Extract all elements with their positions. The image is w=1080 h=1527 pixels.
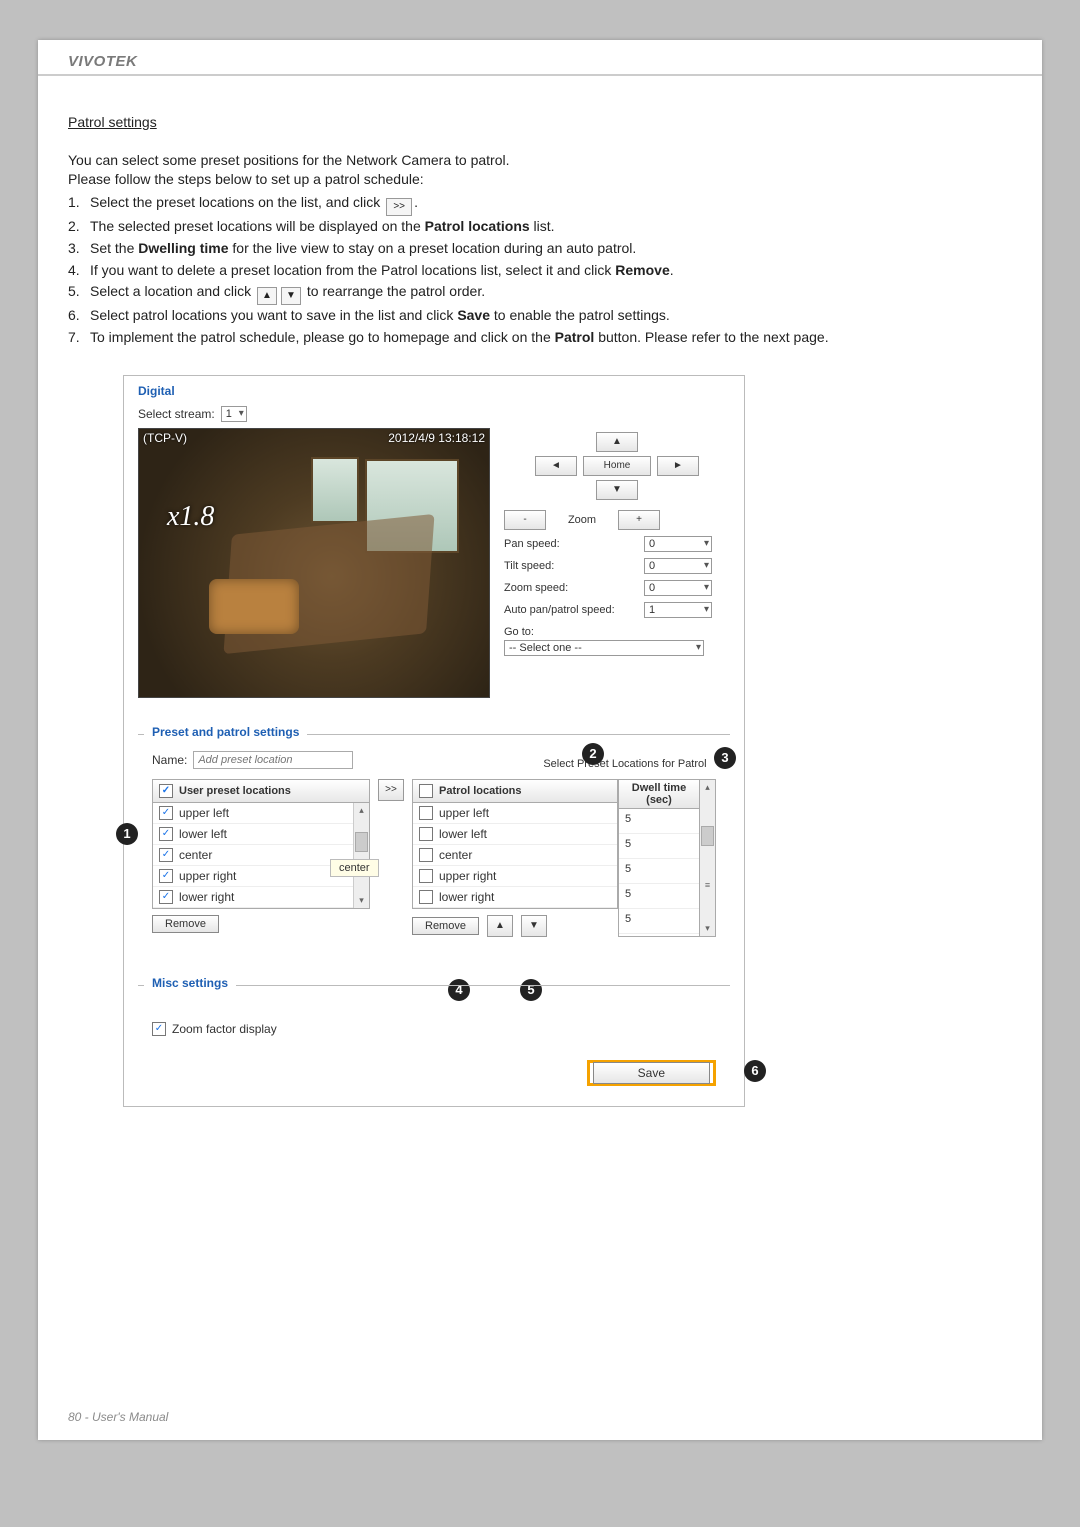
checkbox-icon[interactable] xyxy=(159,827,173,841)
dwell-cell[interactable]: 5 xyxy=(619,859,699,884)
ptz-controls: ▲ ◄ Home ► ▼ - Zoom xyxy=(504,428,730,698)
checkbox-icon[interactable] xyxy=(419,869,433,883)
misc-legend: Misc settings xyxy=(144,976,236,990)
select-stream-label: Select stream: xyxy=(138,407,215,421)
callout-2: 2 xyxy=(582,743,604,765)
patrol-item[interactable]: center xyxy=(413,845,617,866)
patrol-item[interactable]: lower left xyxy=(413,824,617,845)
up-icon: ▲ xyxy=(257,287,277,305)
user-preset-scrollbar[interactable]: ▴≡▾ xyxy=(353,803,369,908)
preset-patrol-fieldset: Preset and patrol settings Name: Select … xyxy=(138,734,730,937)
manual-page: VIVOTEK Patrol settings You can select s… xyxy=(38,40,1042,1440)
overlay-zoom-factor: x1.8 xyxy=(167,501,214,533)
patrol-item[interactable]: upper left xyxy=(413,803,617,824)
select-stream-dropdown[interactable]: 1 xyxy=(221,406,247,422)
tab-digital[interactable]: Digital xyxy=(124,376,744,402)
dwell-cell[interactable]: 5 xyxy=(619,909,699,934)
pan-speed-select[interactable]: 0 xyxy=(644,536,712,552)
auto-speed-select[interactable]: 1 xyxy=(644,602,712,618)
user-preset-list: User preset locations upper leftlower le… xyxy=(152,779,370,909)
overlay-timestamp: 2012/4/9 13:18:12 xyxy=(388,431,485,445)
preset-legend: Preset and patrol settings xyxy=(144,725,307,739)
checkbox-icon[interactable] xyxy=(159,848,173,862)
zoom-speed-select[interactable]: 0 xyxy=(644,580,712,596)
goto-label: Go to: xyxy=(504,626,534,638)
checkbox-icon[interactable] xyxy=(159,806,173,820)
zoom-factor-label: Zoom factor display xyxy=(172,1022,277,1036)
zoom-factor-checkbox[interactable] xyxy=(152,1022,166,1036)
callout-6: 6 xyxy=(744,1060,766,1082)
pan-right-button[interactable]: ► xyxy=(657,456,699,476)
shift-icon: >> xyxy=(386,198,412,216)
callout-1: 1 xyxy=(116,823,138,845)
tilt-speed-select[interactable]: 0 xyxy=(644,558,712,574)
checkbox-icon[interactable] xyxy=(419,827,433,841)
zoom-in-button[interactable]: + xyxy=(618,510,660,530)
user-preset-item[interactable]: center xyxy=(153,845,353,866)
down-icon: ▼ xyxy=(281,287,301,305)
dwell-cell[interactable]: 5 xyxy=(619,834,699,859)
brand: VIVOTEK xyxy=(68,53,137,74)
tilt-up-button[interactable]: ▲ xyxy=(596,432,638,452)
move-to-patrol-button[interactable]: >> xyxy=(378,779,404,801)
checkbox-icon[interactable] xyxy=(159,869,173,883)
user-preset-item[interactable]: upper right xyxy=(153,866,353,887)
user-preset-item[interactable]: upper left xyxy=(153,803,353,824)
name-label: Name: xyxy=(152,753,187,767)
tooltip: center xyxy=(330,859,379,877)
patrol-item[interactable]: lower right xyxy=(413,887,617,908)
section-title: Patrol settings xyxy=(68,114,1012,130)
save-highlight: Save xyxy=(587,1060,716,1086)
save-button[interactable]: Save xyxy=(593,1062,710,1084)
page-content: Patrol settings You can select some pres… xyxy=(38,76,1042,1107)
checkbox-icon[interactable] xyxy=(419,890,433,904)
checkbox-icon[interactable] xyxy=(419,848,433,862)
user-remove-button[interactable]: Remove xyxy=(152,915,219,933)
patrol-remove-button[interactable]: Remove xyxy=(412,917,479,935)
patrol-select-label: Select Preset Locations for Patrol xyxy=(543,758,706,770)
dwell-cell[interactable]: 5 xyxy=(619,809,699,834)
patrol-item[interactable]: upper right xyxy=(413,866,617,887)
user-preset-header-checkbox[interactable] xyxy=(159,784,173,798)
step-list: 1. Select the preset locations on the li… xyxy=(68,193,1012,347)
pan-left-button[interactable]: ◄ xyxy=(535,456,577,476)
intro-line-2: Please follow the steps below to set up … xyxy=(68,171,1012,187)
misc-fieldset: Misc settings Zoom factor display xyxy=(138,985,730,1036)
patrol-scrollbar[interactable]: ▴≡▾ xyxy=(700,779,716,937)
zoom-out-button[interactable]: - xyxy=(504,510,546,530)
page-header: VIVOTEK xyxy=(38,40,1042,76)
settings-panel-screenshot: Digital Select stream: 1 (TCP-V) xyxy=(123,375,1012,1107)
overlay-protocol: (TCP-V) xyxy=(143,431,187,445)
patrol-down-button[interactable]: ▼ xyxy=(521,915,547,937)
home-button[interactable]: Home xyxy=(583,456,651,476)
patrol-up-button[interactable]: ▲ xyxy=(487,915,513,937)
tilt-down-button[interactable]: ▼ xyxy=(596,480,638,500)
patrol-location-list: Patrol locations upper leftlower leftcen… xyxy=(412,779,618,909)
dwell-time-column: Dwell time(sec) 55555 xyxy=(618,779,700,937)
camera-preview: (TCP-V) 2012/4/9 13:18:12 x1.8 xyxy=(138,428,490,698)
user-preset-item[interactable]: lower right xyxy=(153,887,353,908)
zoom-label: Zoom xyxy=(552,514,612,526)
patrol-header-checkbox[interactable] xyxy=(419,784,433,798)
dwell-cell[interactable]: 5 xyxy=(619,884,699,909)
checkbox-icon[interactable] xyxy=(159,890,173,904)
callout-3: 3 xyxy=(714,747,736,769)
user-preset-item[interactable]: lower left xyxy=(153,824,353,845)
intro-line-1: You can select some preset positions for… xyxy=(68,152,1012,168)
page-footer: 80 - User's Manual xyxy=(68,1410,168,1424)
goto-select[interactable]: -- Select one -- xyxy=(504,640,704,656)
preset-name-input[interactable] xyxy=(193,751,353,769)
checkbox-icon[interactable] xyxy=(419,806,433,820)
